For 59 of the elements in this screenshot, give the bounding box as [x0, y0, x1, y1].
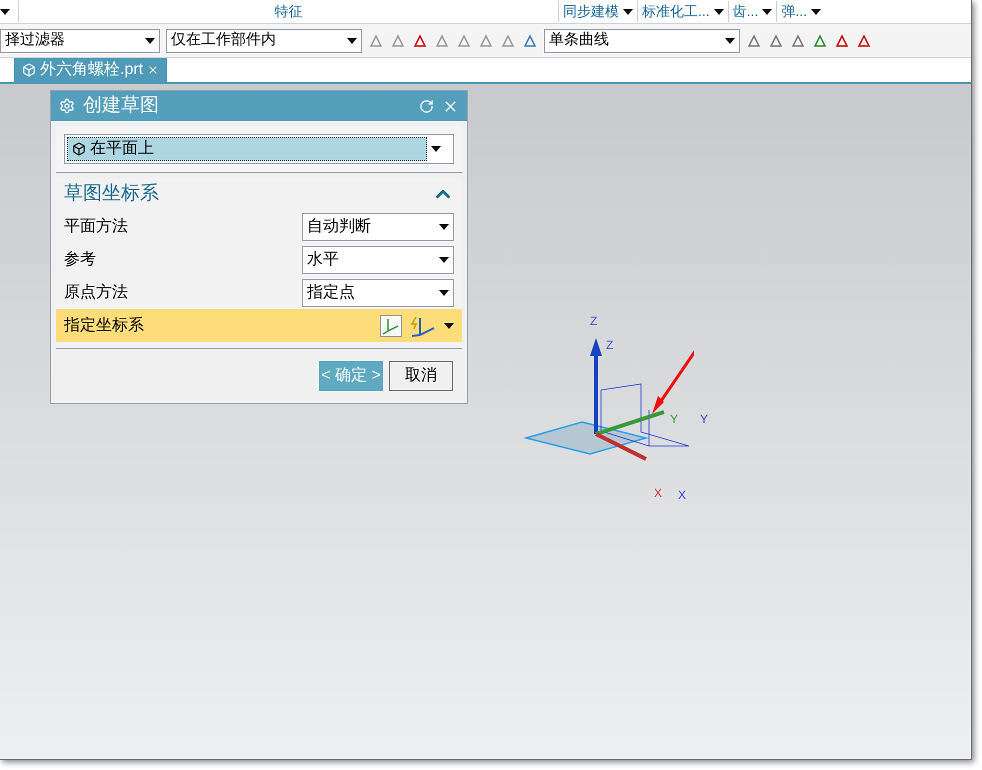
dropdown-caret-icon: [725, 38, 735, 44]
dropdown-caret-icon: [347, 38, 357, 44]
close-icon[interactable]: [147, 64, 160, 76]
ribbon-group-label[interactable]: 特征: [18, 1, 558, 22]
sketch-type-dropdown[interactable]: 在平面上: [64, 134, 454, 164]
part-file-icon: [22, 63, 36, 77]
filter-dropdown[interactable]: 择过滤器: [0, 28, 160, 52]
axis-label: X: [654, 485, 662, 502]
dropdown-caret-icon: [811, 8, 822, 14]
axis-label: Y: [670, 411, 678, 428]
option-label: 原点方法: [64, 282, 128, 302]
option-dropdown[interactable]: 水平: [302, 246, 454, 274]
toolbar-tool-icon[interactable]: [500, 32, 516, 48]
curve-rule-dropdown[interactable]: 单条曲线: [544, 28, 740, 52]
toolbar-tool-icon[interactable]: [812, 32, 828, 48]
toolbar-tool-icon[interactable]: [434, 32, 450, 48]
dialog-title: 创建草图: [83, 94, 160, 118]
dropdown-caret-icon: [439, 256, 449, 262]
filter-dropdown[interactable]: 仅在工作部件内: [166, 28, 362, 52]
section-header[interactable]: 草图坐标系: [56, 178, 462, 210]
csys-inferred-icon[interactable]: [410, 314, 436, 336]
toolbar-tool-icon[interactable]: [478, 32, 494, 48]
toolbar-tool-icon[interactable]: [412, 32, 428, 48]
toolbar-tool-icon[interactable]: [368, 32, 384, 48]
option-dropdown[interactable]: 自动判断: [302, 212, 454, 240]
axis-label: X: [678, 487, 686, 504]
settings-icon[interactable]: [59, 98, 75, 114]
axis-label: Y: [700, 411, 708, 428]
csys-dialog-icon[interactable]: [380, 314, 402, 336]
dropdown-caret-icon: [145, 38, 155, 44]
toolbar-tool-icon[interactable]: [746, 32, 762, 48]
dropdown-caret-icon: [444, 322, 454, 328]
ribbon-group-button[interactable]: 弹...: [776, 1, 826, 22]
dialog-button[interactable]: 取消: [389, 361, 453, 391]
axis-label: Z: [606, 337, 614, 354]
option-label: 参考: [64, 250, 96, 270]
option-label: 平面方法: [64, 216, 128, 236]
axis-label: Z: [590, 313, 598, 330]
option-label: 指定坐标系: [64, 316, 144, 336]
ribbon-group-button[interactable]: 标准化工...: [637, 1, 728, 22]
option-dropdown[interactable]: 指定点: [302, 278, 454, 306]
toolbar-tool-icon[interactable]: [790, 32, 806, 48]
dropdown-caret-icon: [439, 290, 449, 296]
dropdown-caret-icon: [439, 224, 449, 230]
ribbon-group-button[interactable]: 同步建模: [558, 1, 637, 22]
dropdown-caret-icon: [714, 8, 724, 14]
toolbar-tool-icon[interactable]: [856, 32, 872, 48]
toolbar-tool-icon[interactable]: [834, 32, 850, 48]
dropdown-caret-icon: [623, 8, 633, 14]
ribbon-group-button[interactable]: 齿...: [728, 1, 776, 22]
dropdown-caret-icon: [431, 146, 441, 152]
ribbon-caret-icon: [0, 8, 10, 14]
toolbar-tool-icon[interactable]: [522, 32, 538, 48]
plane-sketch-icon: [72, 142, 86, 156]
toolbar-tool-icon[interactable]: [768, 32, 784, 48]
toolbar-tool-icon[interactable]: [456, 32, 472, 48]
toolbar-tool-icon[interactable]: [390, 32, 406, 48]
reset-icon[interactable]: [419, 98, 434, 114]
dropdown-caret-icon: [762, 8, 772, 14]
